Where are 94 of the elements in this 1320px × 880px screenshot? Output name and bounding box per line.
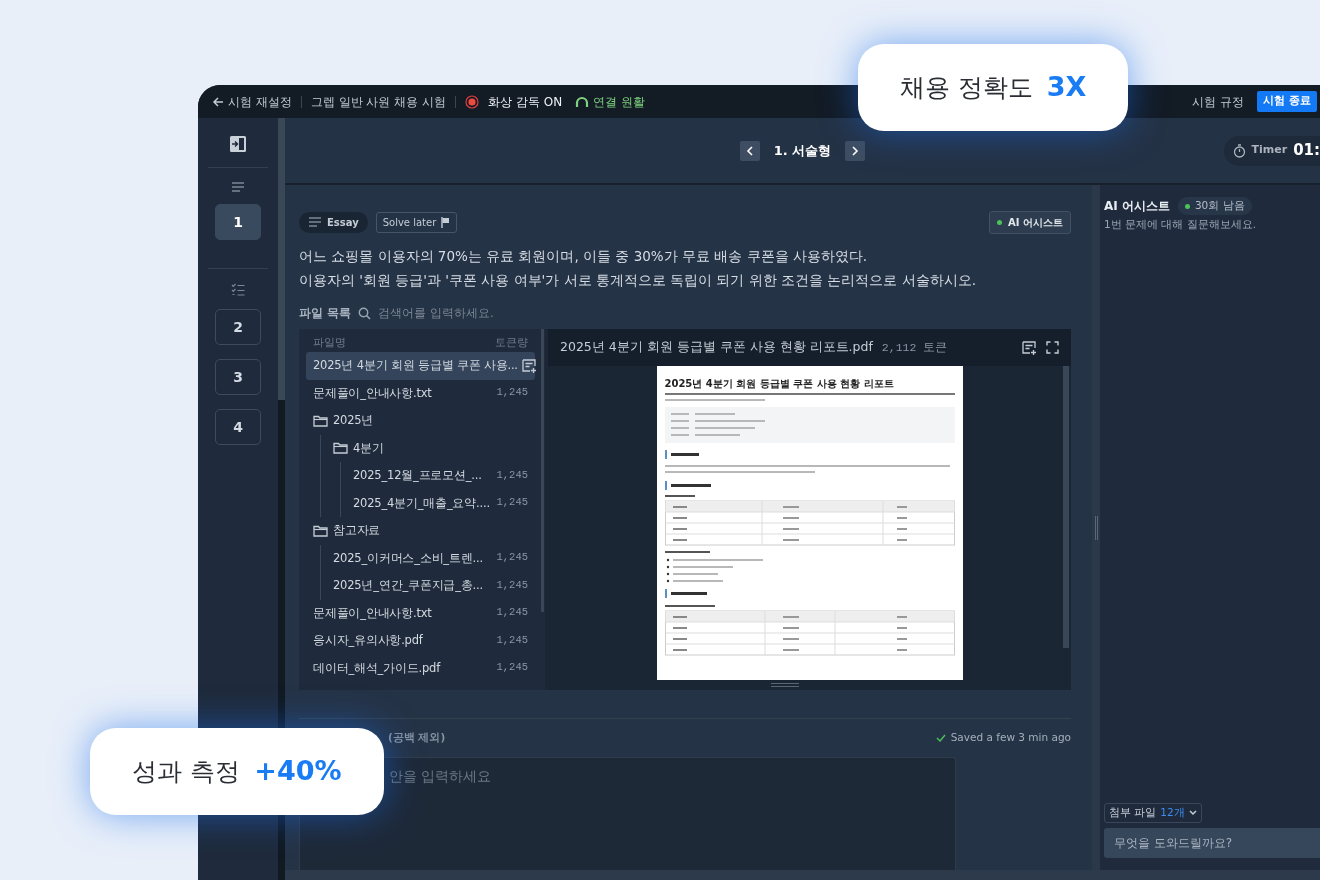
question-title: 1. 서술형 [773,141,832,160]
token-count: 1,245 [496,660,528,676]
search-field[interactable]: 검색어를 입력하세요. [378,304,629,322]
question-text: 이용자의 '회원 등급'과 '쿠폰 사용 여부'가 서로 통계적으로 독립이 되기 위한 조건을 논리적으로 서술하시오. [299,271,977,290]
column-header: 파일명 [313,335,346,350]
panel-hint: 1번 문제에 대해 질문해보세요. [1104,217,1258,232]
file-name: 문제풀이_안내사항.txt [313,384,432,402]
stat-label: 성과 측정 [132,755,241,788]
file-name: 2025_4분기_매출_요약.... [353,494,490,512]
remaining-badge: 30회 남음 [1177,197,1252,215]
file-row[interactable]: 데이터_해석_가이드.pdf 1,245 [306,654,535,682]
question-type-chip: Essay [299,211,368,233]
previous-button[interactable] [739,140,760,161]
resize-handle[interactable] [771,683,799,687]
end-exam-button[interactable]: 시험 종료 [1257,91,1317,112]
folder-row[interactable]: 참고자료 [306,517,535,545]
connection-icon [575,95,590,108]
timer-value: 01: [1293,140,1320,162]
save-status: Saved a few 3 min ago [950,730,1071,746]
document-title: 2025년 4분기 회원 등급별 쿠폰 사용 현황 리포트 [664,376,955,395]
status-dot [997,219,1003,225]
scrollbar[interactable] [1063,366,1069,648]
folder-row[interactable]: 2025년 [306,407,535,435]
chevron-left-icon [745,145,754,156]
folder-icon [333,442,348,455]
back-arrow-icon[interactable] [212,95,224,108]
answer-label: (공백 제외) [388,730,446,746]
connection-status: 연결 원활 [593,93,645,111]
file-row[interactable]: 2025년 4분기 회원 등급별 쿠폰 사용... [306,352,535,380]
record-icon [465,94,480,109]
chevron-down-icon [1188,810,1197,817]
solve-later-button[interactable]: Solve later [375,211,458,233]
attachments-dropdown[interactable]: 첨부 파일 12개 [1104,803,1202,823]
column-header: 토큰량 [495,335,528,350]
document-file-name: 2025년 4분기 회원 등급별 쿠폰 사용 현황 리포트.pdf [560,338,873,357]
add-to-chat-icon[interactable] [1022,340,1037,355]
chat-input[interactable]: 무엇을 도와드릴까요? [1104,828,1320,858]
add-to-chat-icon[interactable] [521,358,537,373]
file-name: 문제풀이_안내사항.txt [313,604,432,622]
next-button[interactable] [845,140,866,161]
ai-assist-button[interactable]: AI 어시스트 [989,210,1071,234]
token-count: 2,112 토큰 [881,339,948,356]
file-name: 2025년 4분기 회원 등급별 쿠폰 사용... [313,357,518,375]
file-name: 응시자_유의사항.pdf [313,632,423,650]
exam-title: 그렙 일반 사원 채용 시험 [310,93,447,111]
file-name: 데이터_해석_가이드.pdf [313,659,440,677]
file-name: 2025_이커머스_소비_트렌... [333,549,483,567]
proctoring-status: 화상 감독 ON [488,93,563,111]
scrollbar[interactable] [278,118,285,400]
file-row[interactable]: 2025_4분기_매출_요약.... 1,245 [346,489,535,517]
rules-link[interactable]: 시험 규정 [1192,92,1245,111]
panel-title: AI 어시스트 [1104,198,1170,215]
files-title: 파일 목록 [299,305,352,322]
stopwatch-icon [1232,143,1246,158]
folder-name: 2025년 [333,412,374,430]
question-button[interactable]: 4 [215,409,261,445]
folder-name: 4분기 [353,439,384,457]
file-row[interactable]: 2025_이커머스_소비_트렌... 1,245 [326,544,535,572]
back-link[interactable]: 시험 재설정 [212,92,292,111]
token-count: 1,245 [496,605,528,621]
folder-icon [313,414,328,427]
token-count: 1,245 [496,550,528,566]
fullscreen-icon[interactable] [1046,341,1059,354]
folder-icon [313,524,328,537]
search-icon [358,306,372,320]
panel-toggle-icon [229,135,247,153]
resize-handle[interactable] [1094,515,1098,540]
token-count: 1,245 [496,632,528,648]
file-name: 2025_12월_프로모션_... [353,467,482,485]
chevron-right-icon [851,145,860,156]
folder-row[interactable]: 4분기 [326,434,535,462]
check-icon [935,734,946,742]
timer-label: Timer [1251,142,1288,159]
essay-icon [231,182,245,192]
flag-icon [441,216,451,228]
stat-label: 채용 정확도 [899,71,1033,104]
token-count: 1,245 [496,495,528,511]
file-row[interactable]: 2025년_연간_쿠폰지급_총... 1,245 [326,572,535,600]
token-count: 1,245 [496,577,528,593]
file-row[interactable]: 문제풀이_안내사항.txt 1,245 [306,599,535,627]
stat-value: 3X [1046,70,1087,105]
question-button[interactable]: 3 [215,359,261,395]
question-button[interactable]: 2 [215,309,261,345]
lines-icon [308,217,322,227]
token-count: 1,245 [496,467,528,483]
question-button[interactable]: 1 [215,204,261,240]
token-count: 1,245 [496,385,528,401]
file-name: 2025년_연간_쿠폰지급_총... [333,577,483,595]
file-row[interactable]: 문제풀이_안내사항.txt 1,245 [306,379,535,407]
file-row[interactable]: 응시자_유의사항.pdf 1,245 [306,627,535,655]
checklist-icon [231,283,245,297]
folder-name: 참고자료 [333,522,381,540]
question-text: 어느 쇼핑몰 이용자의 70%는 유료 회원이며, 이들 중 30%가 무료 배송 쿠폰을 사용하였다. [299,247,869,266]
file-row[interactable]: 2025_12월_프로모션_... 1,245 [346,462,535,490]
